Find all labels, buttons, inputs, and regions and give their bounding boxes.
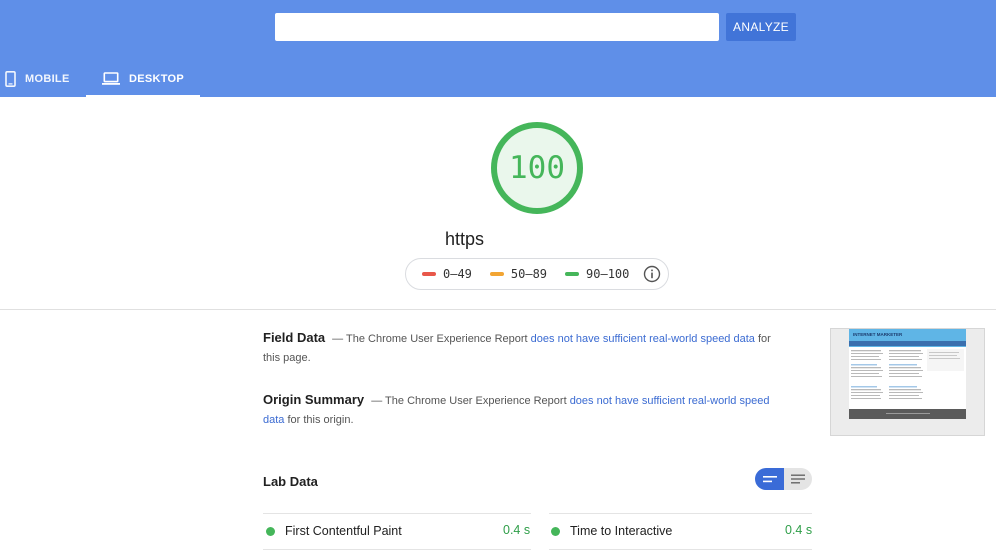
mobile-phone-icon: [5, 70, 16, 87]
origin-summary-title: Origin Summary: [263, 392, 365, 407]
field-data-title: Field Data: [263, 330, 326, 345]
summary-view-icon: [762, 475, 777, 482]
metric-divider: [549, 549, 812, 550]
list-view-icon: [791, 474, 805, 484]
legend-range-fail: 0–49: [443, 267, 472, 281]
metric-divider: [549, 513, 812, 514]
page-screenshot-thumbnail: INTERNET MARKETER: [830, 328, 985, 436]
metric-time-to-interactive: Time to Interactive: [551, 520, 672, 542]
tab-mobile-label: MOBILE: [25, 72, 70, 85]
toggle-summary-view-button[interactable]: [755, 468, 784, 490]
view-toggle: [755, 468, 812, 490]
tab-mobile[interactable]: MOBILE: [5, 60, 85, 97]
legend-range-average: 50–89: [510, 267, 548, 281]
laptop-icon: [101, 72, 120, 85]
legend-bar-fail: [422, 272, 436, 276]
tab-active-indicator: [86, 95, 200, 97]
metric-label: First Contentful Paint: [285, 524, 402, 538]
origin-summary-section: Origin Summary — The Chrome User Experie…: [263, 390, 783, 430]
tab-desktop[interactable]: DESKTOP: [86, 60, 200, 97]
field-data-text-pre: — The Chrome User Experience Report: [329, 333, 531, 345]
score-legend: 0–49 50–89 90–100: [405, 258, 669, 290]
header: ANALYZE MOBILE DESKTOP: [0, 0, 996, 97]
field-data-link[interactable]: does not have sufficient real-world spee…: [531, 333, 755, 345]
url-input[interactable]: [275, 13, 719, 41]
legend-item-average: 50–89: [489, 267, 548, 281]
pass-indicator-icon: [551, 526, 560, 536]
lab-data-title: Lab Data: [263, 474, 318, 489]
pass-indicator-icon: [266, 526, 275, 536]
analyze-button[interactable]: ANALYZE: [726, 13, 796, 41]
legend-bar-average: [489, 272, 504, 276]
metric-value: 0.4 s: [785, 523, 813, 537]
section-divider: [0, 309, 996, 310]
origin-summary-text-post: for this origin.: [284, 414, 354, 426]
thumbnail-site-title: INTERNET MARKETER: [853, 332, 903, 337]
tab-desktop-label: DESKTOP: [128, 72, 185, 85]
legend-bar-pass: [565, 272, 580, 276]
metric-label: Time to Interactive: [570, 524, 673, 538]
info-icon[interactable]: [643, 265, 661, 283]
field-data-section: Field Data — The Chrome User Experience …: [263, 328, 783, 368]
metric-first-contentful-paint: First Contentful Paint: [266, 520, 402, 542]
toggle-detailed-view-button[interactable]: [784, 468, 812, 490]
origin-summary-text-pre: — The Chrome User Experience Report: [368, 395, 570, 407]
thumbnail-image: INTERNET MARKETER: [849, 329, 966, 419]
page-url: https: [445, 229, 485, 249]
score-value: 100: [509, 150, 565, 186]
metric-divider: [263, 549, 531, 550]
legend-item-pass: 90–100: [565, 267, 629, 281]
legend-item-fail: 0–49: [422, 267, 472, 281]
legend-range-pass: 90–100: [586, 267, 630, 281]
metric-divider: [263, 513, 531, 514]
metric-value: 0.4 s: [503, 523, 531, 537]
